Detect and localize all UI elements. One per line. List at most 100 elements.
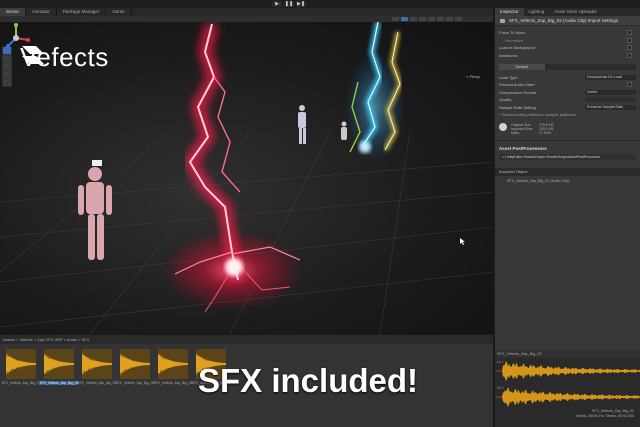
editor-tabs: Scene Animator Package Manager Game [0,8,493,16]
setting-label: Compression Format [499,89,537,95]
tab-default-platform[interactable]: Default [499,63,545,70]
pause-icon[interactable]: ❚❚ [284,1,294,7]
rect-tool-icon[interactable] [3,79,11,86]
step-icon[interactable]: ▶❚ [296,1,306,7]
divider [495,140,640,141]
tab-game[interactable]: Game [106,8,132,16]
shared-setting-note: * Shared setting between multiple platfo… [499,112,577,117]
tab-platform-2[interactable] [545,64,591,70]
toggle-row: Ambisonic [499,52,636,58]
audio-clip-thumbnail [120,349,150,379]
preload-audio-checkbox[interactable] [627,82,632,87]
asset-item[interactable]: SFX_Vefects_Zap_Big_03 [78,349,116,385]
load-type-dropdown[interactable]: Decompress On Load [585,74,636,80]
sample-rate-dropdown[interactable]: Preserve Sample Rate [585,104,636,110]
2d-toggle-button[interactable] [401,17,408,21]
character-model-small [298,105,306,144]
inspector-header: SFX_Vefects_Zap_Big_02 (Audio Clip) Impo… [495,16,640,26]
breadcrumb[interactable]: Assets > Vefects > Zap VFX URP > Audio >… [0,335,493,344]
ambisonic-checkbox[interactable] [627,52,632,58]
waveform-channel-1 [495,360,640,382]
play-icon[interactable]: ▶ [272,1,282,7]
projection-label[interactable]: < Persp [466,74,480,79]
character-model-large [78,160,112,260]
tab-animator[interactable]: Animator [26,8,57,16]
preview-asset-name: SFX_Vefects_Zap_Big_02 [591,409,634,413]
vefects-logo: Vefects [20,42,109,73]
postprocessor-item[interactable]: > UnityEditor.ShaderGraph.ShaderGraphAss… [499,154,636,160]
audio-clip-thumbnail [44,349,74,379]
waveform-channel-2 [495,387,640,407]
lighting-toggle-button[interactable] [410,17,417,21]
move-tool-icon[interactable] [3,55,11,62]
tab-platform-3[interactable] [590,64,636,70]
stat-label: Ratio [511,131,520,135]
stat-value: 27.94% [539,131,551,135]
audio-clip-thumbnail [82,349,112,379]
asset-item[interactable]: SFX_Vefects_Zap_Big_05 [154,349,192,385]
setting-label: Load Type [499,74,518,80]
setting-row: Preload Audio Data* [499,82,636,88]
mouse-cursor-icon [460,238,465,245]
compression-format-dropdown[interactable]: Vorbis [585,89,636,95]
asset-label: SFX_Vefects_Zap_Big_04 [115,381,155,385]
setting-row: Load Type Decompress On Load [499,74,636,80]
setting-label: Quality [499,97,512,102]
toggle-label: Ambisonic [499,52,518,58]
audio-preview-panel: SFX_Vefects_Zap_Big_02 ch 1 ch 2 SFX_Vef… [494,350,640,427]
character-model-back [341,121,347,140]
blue-lightning-vfx [345,22,405,162]
asset-label: SFX_Vefects_Zap_Big_03 [77,381,117,385]
asset-grid: SFX_Vefects_Zap_Big_01 SFX_Vefects_Zap_Bi… [2,349,230,385]
sfx-included-headline: SFX included! [198,362,419,399]
info-icon [499,123,507,131]
tab-package-manager[interactable]: Package Manager [57,8,107,16]
audio-settings: Load Type Decompress On Load Preload Aud… [495,71,640,121]
imported-object-header: Imported Object [495,168,640,176]
shading-mode-button[interactable] [392,17,399,21]
postprocessors-title[interactable]: Asset PostProcessors [495,144,640,153]
toggle-label: Load In Background [499,45,535,50]
setting-row: Sample Rate Setting Preserve Sample Rate [499,104,636,110]
rotate-tool-icon[interactable] [3,63,11,70]
preview-title: SFX_Vefects_Zap_Big_02 [495,350,640,358]
asset-label: SFX_Vefects_Zap_Big_01 [1,381,41,385]
load-in-background-checkbox[interactable] [627,45,632,50]
asset-item[interactable]: SFX_Vefects_Zap_Big_04 [116,349,154,385]
asset-label: SFX_Vefects_Zap_Big_02 [38,381,80,385]
inspector-panel: Inspector Lighting Asset Store Uploader … [494,8,640,350]
quality-slider[interactable] [585,97,636,102]
tab-inspector[interactable]: Inspector [495,8,524,16]
toggle-row: Force To Mono [499,30,636,36]
toggle-row: Normalize [499,37,636,43]
stat-row: Ratio 27.94% [511,131,553,135]
platform-tabs: Default [499,63,636,70]
normalize-checkbox[interactable] [627,37,632,43]
audio-toggle-button[interactable] [419,17,426,21]
audio-clip-thumbnail [6,349,36,379]
gizmos-button[interactable] [455,17,462,21]
orientation-gizmo-icon[interactable] [0,22,32,54]
imported-asset-label[interactable]: SFX_Vefects_Zap_Big_02 (Audio Clip) [495,176,640,186]
unity-editor-window: ▶ ❚❚ ▶❚ Scene Animator Package Manager G… [0,0,640,427]
size-stats: Original Size 375.8 KB Imported Size 105.9… [495,120,640,137]
main-toolbar: ▶ ❚❚ ▶❚ [0,0,640,8]
toggle-label: Force To Mono [499,30,526,35]
setting-label: Preload Audio Data* [499,82,536,87]
inspector-tabs: Inspector Lighting Asset Store Uploader [495,8,640,16]
play-controls: ▶ ❚❚ ▶❚ [272,1,306,7]
tab-asset-store-uploader[interactable]: Asset Store Uploader [549,8,602,16]
effects-toggle-button[interactable] [428,17,435,21]
asset-item[interactable]: SFX_Vefects_Zap_Big_02 [38,349,80,385]
asset-item[interactable]: SFX_Vefects_Zap_Big_01 [2,349,40,385]
scene-viewport[interactable]: Vefects < Persp [0,22,493,334]
setting-row: Quality [499,97,636,103]
scale-tool-icon[interactable] [3,71,11,78]
setting-label: Sample Rate Setting [499,104,536,110]
preview-asset-details: Vorbis, 48000 Hz, Stereo, 00:02.006 [576,414,634,418]
tab-lighting[interactable]: Lighting [524,8,550,16]
force-to-mono-checkbox[interactable] [627,30,632,35]
camera-settings-button[interactable] [446,17,453,21]
hidden-objects-button[interactable] [437,17,444,21]
tab-scene[interactable]: Scene [0,8,26,16]
